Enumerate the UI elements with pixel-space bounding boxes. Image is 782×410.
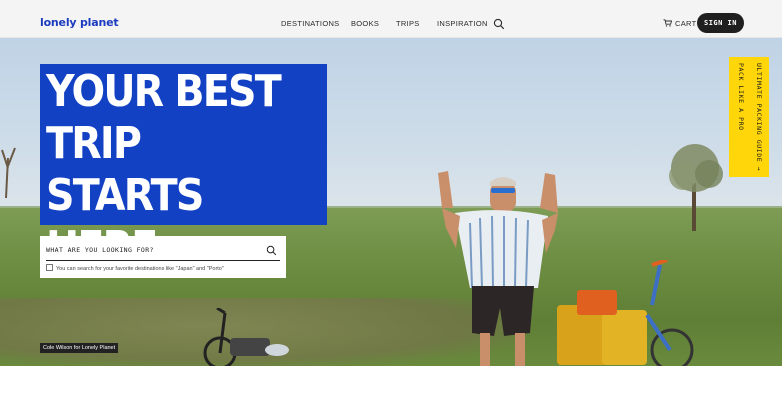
guide-subtitle: PACK LIKE A PRO <box>737 63 745 131</box>
cart-icon <box>663 19 673 27</box>
sign-in-button[interactable]: SIGN IN <box>697 13 744 33</box>
nav-destinations[interactable]: DESTINATIONS <box>281 19 339 28</box>
logo-text: lonely planet <box>40 16 119 29</box>
nav-books[interactable]: BOOKS <box>351 19 379 28</box>
cart-link[interactable]: CART <box>663 19 696 28</box>
site-header: lonely planet DESTINATIONS BOOKS TRIPS I… <box>0 12 782 38</box>
photo-credit: Cole Wilson for Lonely Planet <box>40 343 119 353</box>
info-icon <box>46 264 53 271</box>
packing-guide-tab[interactable]: ULTIMATE PACKING GUIDE → PACK LIKE A PRO <box>729 57 769 177</box>
left-tree-image <box>1 147 16 198</box>
guide-title: ULTIMATE PACKING GUIDE → <box>755 63 763 172</box>
tree-image <box>669 144 723 231</box>
nav-trips[interactable]: TRIPS <box>396 19 420 28</box>
cart-label: CART <box>675 19 697 28</box>
nav-inspiration[interactable]: INSPIRATION <box>437 19 488 28</box>
search-hint-text: You can search for your favorite destina… <box>56 266 224 272</box>
top-strip <box>0 0 782 12</box>
hero-section: YOUR BEST TRIP STARTS HERE You can searc… <box>0 38 782 366</box>
logo[interactable]: lonely planet <box>40 16 119 29</box>
headline-panel: YOUR BEST TRIP STARTS HERE <box>40 64 327 273</box>
second-bicycle-image <box>203 308 289 366</box>
search-hint: You can search for your favorite destina… <box>46 264 224 272</box>
search-input[interactable] <box>46 240 280 261</box>
search-icon[interactable] <box>493 18 505 30</box>
search-submit-icon[interactable] <box>266 245 277 256</box>
bicycle-image <box>557 260 694 366</box>
